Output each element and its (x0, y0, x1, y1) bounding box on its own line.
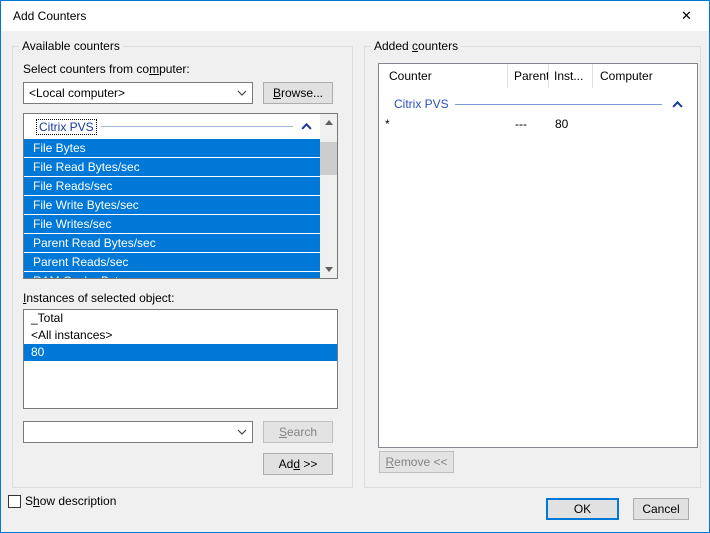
cell-instance: 80 (550, 117, 594, 131)
chevron-down-icon[interactable] (232, 83, 252, 103)
instance-item-selected[interactable]: 80 (24, 344, 337, 361)
ok-button[interactable]: OK (546, 498, 619, 520)
show-description-label: Show description (25, 494, 116, 508)
cancel-button[interactable]: Cancel (633, 498, 689, 520)
computer-select-value: <Local computer> (24, 86, 232, 100)
remove-button[interactable]: Remove << (379, 451, 454, 473)
search-input[interactable] (23, 421, 253, 443)
available-counters-group-label: Available counters (19, 39, 123, 53)
scroll-up-icon[interactable] (320, 114, 337, 131)
instances-label: Instances of selected object: (23, 291, 174, 305)
column-header-counter[interactable]: Counter (379, 64, 508, 88)
counter-item[interactable]: File Reads/sec (24, 177, 320, 196)
browse-button[interactable]: Browse... (263, 82, 333, 104)
counter-group-row[interactable]: Citrix PVS (24, 114, 320, 139)
added-group-row[interactable]: Citrix PVS (379, 94, 697, 114)
added-counter-row[interactable]: * --- 80 (379, 114, 697, 134)
close-button[interactable]: ✕ (664, 1, 709, 31)
added-counters-table: Counter Parent Inst... Computer Citrix P… (378, 63, 698, 448)
column-header-computer[interactable]: Computer (593, 64, 697, 88)
counter-item[interactable]: File Writes/sec (24, 215, 320, 234)
show-description-row: Show description (8, 494, 116, 508)
counter-item[interactable]: File Write Bytes/sec (24, 196, 320, 215)
table-header-row: Counter Parent Inst... Computer (379, 64, 697, 88)
added-counters-group-label: Added counters (371, 39, 461, 53)
chevron-up-icon[interactable] (301, 123, 312, 130)
chevron-down-icon[interactable] (232, 422, 252, 442)
scrollbar-thumb[interactable] (320, 142, 337, 175)
cell-counter: * (379, 117, 509, 131)
group-divider-line (455, 104, 662, 105)
instances-list: _Total <All instances> 80 (23, 309, 338, 409)
instance-item[interactable]: _Total (24, 310, 337, 327)
cell-parent: --- (509, 117, 550, 131)
scroll-down-icon[interactable] (320, 261, 337, 278)
chevron-up-icon[interactable] (672, 101, 683, 108)
added-group-name: Citrix PVS (394, 97, 449, 111)
window-title: Add Counters (13, 1, 86, 31)
group-divider-line (101, 126, 293, 127)
close-icon: ✕ (681, 8, 692, 24)
search-button[interactable]: Search (263, 421, 333, 443)
counter-item[interactable]: RAM Cache Bytes (24, 272, 320, 278)
add-counters-dialog: Add Counters ✕ Available counters Added … (0, 0, 710, 533)
show-description-checkbox[interactable] (8, 495, 21, 508)
column-header-instance[interactable]: Inst... (549, 64, 593, 88)
counter-group-name: Citrix PVS (36, 119, 97, 135)
select-computer-label: Select counters from computer: (23, 62, 190, 76)
counter-item[interactable]: File Read Bytes/sec (24, 158, 320, 177)
counter-list-scrollbar[interactable] (320, 114, 337, 278)
column-header-parent[interactable]: Parent (508, 64, 549, 88)
counter-item[interactable]: Parent Read Bytes/sec (24, 234, 320, 253)
title-bar: Add Counters ✕ (1, 1, 709, 31)
instance-item[interactable]: <All instances> (24, 327, 337, 344)
counter-item[interactable]: Parent Reads/sec (24, 253, 320, 272)
counter-list: Citrix PVS File Bytes File Read Bytes/se… (23, 113, 338, 279)
counter-list-content: Citrix PVS File Bytes File Read Bytes/se… (24, 114, 320, 278)
add-button[interactable]: Add >> (263, 453, 333, 475)
computer-select[interactable]: <Local computer> (23, 82, 253, 104)
counter-item[interactable]: File Bytes (24, 139, 320, 158)
